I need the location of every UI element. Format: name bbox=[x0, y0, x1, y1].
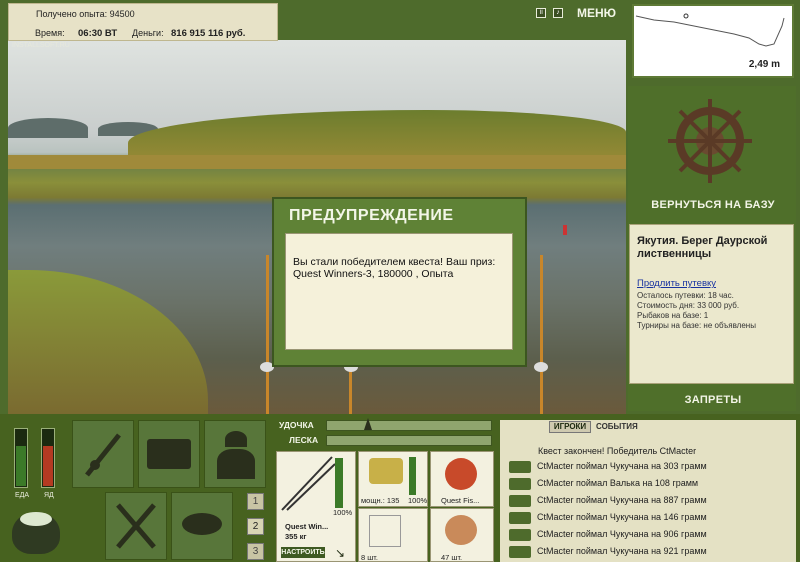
bait-item-icon bbox=[445, 515, 477, 545]
fish-icon bbox=[509, 512, 531, 524]
fish-slot[interactable] bbox=[171, 492, 233, 560]
page-3-button[interactable]: 3 bbox=[247, 543, 264, 560]
rods-slot[interactable] bbox=[72, 420, 134, 488]
fish-icon bbox=[509, 461, 531, 473]
reel-cell[interactable]: мощн.: 135 100% bbox=[358, 451, 428, 507]
rod-tension-bar bbox=[326, 420, 492, 431]
shore-line bbox=[8, 155, 626, 169]
bait-count: 47 шт. bbox=[441, 553, 463, 562]
rod-cell[interactable]: 100% Quest Win... 355 кг НАСТРОИТЬ ↘ bbox=[276, 451, 356, 562]
float-marker bbox=[563, 225, 567, 235]
event-header: Квест закончен! Победитель CtMacter bbox=[538, 446, 697, 456]
time-label: Время: bbox=[35, 28, 65, 38]
line-label: ЛЕСКА bbox=[289, 435, 319, 445]
resize-arrow-icon[interactable]: ↘ bbox=[335, 546, 345, 560]
events-panel bbox=[500, 420, 796, 562]
tackle-box-slot[interactable] bbox=[138, 420, 200, 488]
food-label: ЕДА bbox=[15, 492, 30, 499]
sound-icon[interactable]: ♪ bbox=[553, 8, 563, 18]
depth-map: 2,49 m bbox=[632, 4, 794, 78]
reel-power: мощн.: 135 bbox=[361, 496, 400, 505]
extend-trip-link[interactable]: Продлить путевку bbox=[637, 278, 716, 289]
location-info: Якутия. Берег Даурской лиственницы Продл… bbox=[629, 224, 794, 384]
lure-name: Quest Fis... bbox=[441, 496, 480, 505]
bait-cell[interactable]: 47 шт. bbox=[430, 508, 494, 562]
exp-label: Получено опыта: bbox=[36, 9, 108, 19]
player-stats: Получено опыта: 94500 Время: 06:30 ВТ Де… bbox=[8, 3, 278, 41]
rod-label: УДОЧКА bbox=[279, 420, 314, 430]
depth-value: 2,49 m bbox=[748, 59, 780, 70]
ship-wheel-icon[interactable] bbox=[665, 95, 755, 187]
tab-players[interactable]: ИГРОКИ bbox=[549, 421, 591, 433]
reel-icon bbox=[534, 362, 548, 372]
time-left: Осталось путевки: 18 час. bbox=[637, 291, 734, 300]
page-1-button[interactable]: 1 bbox=[247, 493, 264, 510]
rod-weight: 355 кг bbox=[285, 532, 307, 541]
dialog-message: Вы стали победителем квеста! Ваш приз: Q… bbox=[285, 233, 513, 350]
cauldron-icon[interactable] bbox=[12, 512, 60, 554]
fishing-rod[interactable] bbox=[540, 255, 543, 415]
money-value: 816 915 116 руб. bbox=[171, 28, 246, 39]
location-title: Якутия. Берег Даурской лиственницы bbox=[637, 235, 768, 260]
food-slot[interactable] bbox=[105, 492, 167, 560]
poison-label: ЯД bbox=[44, 492, 54, 499]
watermark: INSTALLSOFT.RU bbox=[12, 42, 70, 49]
rod-percent: 100% bbox=[333, 508, 353, 517]
lure-item-icon bbox=[445, 458, 477, 490]
menu-button[interactable]: МЕНЮ bbox=[577, 6, 616, 20]
hook-item-icon bbox=[369, 515, 401, 547]
page-2-button[interactable]: 2 bbox=[247, 518, 264, 535]
fishers-count: Рыбаков на базе: 1 bbox=[637, 311, 709, 320]
money-label: Деньги: bbox=[132, 28, 164, 38]
line-tension-bar bbox=[326, 435, 492, 446]
fish-icon bbox=[509, 529, 531, 541]
hook-cell[interactable]: 8 шт. bbox=[358, 508, 428, 562]
grass-foreground bbox=[8, 270, 208, 415]
fishing-rod[interactable] bbox=[266, 255, 269, 415]
tab-events[interactable]: СОБЫТИЯ bbox=[596, 422, 638, 431]
food-meter bbox=[14, 428, 28, 488]
reel-item-icon bbox=[369, 458, 403, 484]
distant-hill bbox=[8, 118, 88, 138]
reel-durability-bar bbox=[409, 457, 416, 495]
fisherman-slot[interactable] bbox=[204, 420, 266, 488]
fish-icon bbox=[509, 495, 531, 507]
poison-meter bbox=[41, 428, 55, 488]
time-value: 06:30 ВТ bbox=[78, 28, 118, 39]
fish-icon bbox=[509, 478, 531, 490]
day-cost: Стоимость дня: 33 000 руб. bbox=[637, 301, 740, 310]
rod-name: Quest Win... bbox=[285, 522, 329, 531]
setup-button[interactable]: НАСТРОИТЬ bbox=[281, 547, 325, 558]
fish-icon bbox=[509, 546, 531, 558]
lure-cell[interactable]: Quest Fis... bbox=[430, 451, 494, 507]
reel-percent: 100% bbox=[408, 496, 428, 505]
dialog-title: ПРЕДУПРЕЖДЕНИЕ bbox=[289, 207, 454, 224]
fishing-rod[interactable] bbox=[349, 365, 352, 415]
tension-marker-icon bbox=[364, 418, 372, 430]
tournaments: Турниры на базе: не объявлены bbox=[637, 321, 756, 330]
hook-count: 8 шт. bbox=[361, 553, 378, 562]
exp-value: 94500 bbox=[109, 9, 135, 19]
rod-durability-bar bbox=[335, 458, 343, 508]
pause-icon[interactable]: ॥ bbox=[536, 8, 546, 18]
return-to-base-button[interactable]: ВЕРНУТЬСЯ НА БАЗУ bbox=[640, 199, 786, 211]
bans-button[interactable]: ЗАПРЕТЫ bbox=[640, 394, 786, 406]
